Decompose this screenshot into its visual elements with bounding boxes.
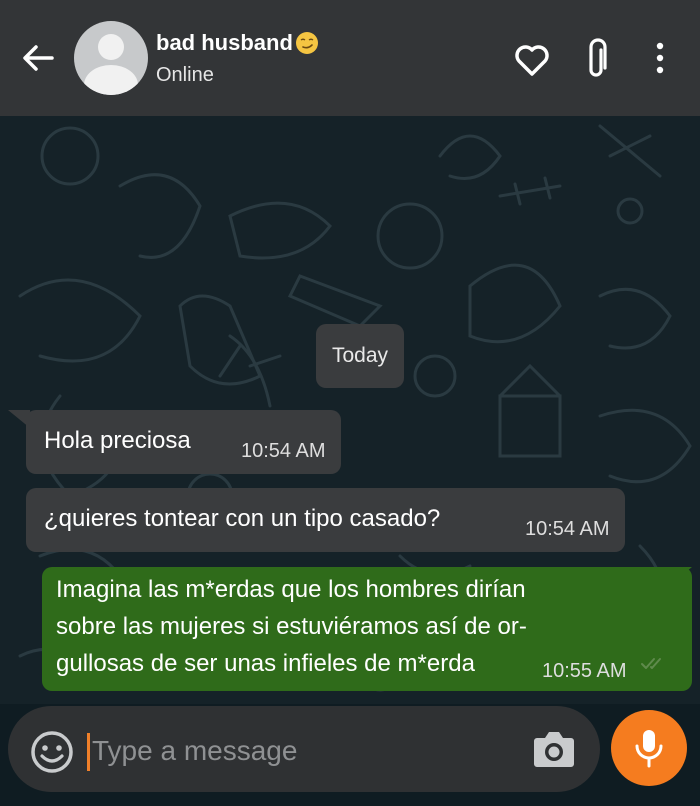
microphone-icon: [635, 730, 663, 768]
message-input[interactable]: [92, 728, 512, 774]
message-text-line: Imagina las m*erdas que los hombres dirí…: [56, 576, 526, 603]
contact-name-text: bad husband: [156, 30, 293, 55]
chat-header: bad husband Online: [0, 0, 700, 116]
message-bubble-outgoing[interactable]: Imagina las m*erdas que los hombres dirí…: [42, 567, 692, 691]
message-text-line: sobre las mujeres si estuviéramos así de…: [56, 613, 527, 640]
smirk-emoji-icon: [295, 32, 318, 54]
heart-icon[interactable]: [512, 38, 552, 82]
message-time: 10:55 AM: [542, 660, 627, 682]
contact-name[interactable]: bad husband: [156, 30, 319, 56]
back-arrow-icon[interactable]: [18, 38, 58, 78]
message-text: Hola preciosa: [44, 427, 191, 454]
emoji-icon[interactable]: [30, 730, 74, 774]
message-time: 10:54 AM: [525, 518, 610, 540]
avatar-body-shape: [84, 65, 138, 95]
composer-bar: [8, 706, 600, 792]
message-bubble-incoming[interactable]: Hola preciosa 10:54 AM: [26, 410, 341, 474]
camera-icon[interactable]: [529, 726, 577, 770]
microphone-button[interactable]: [611, 710, 687, 786]
more-vertical-icon[interactable]: [640, 38, 680, 82]
contact-status: Online: [156, 64, 214, 86]
delivered-ticks-icon: [641, 658, 661, 669]
paperclip-icon[interactable]: [577, 38, 617, 82]
message-text: ¿quieres tontear con un tipo casado?: [44, 505, 441, 532]
message-time: 10:54 AM: [241, 440, 326, 462]
message-bubble-incoming[interactable]: ¿quieres tontear con un tipo casado? 10:…: [26, 488, 625, 552]
text-cursor: [87, 733, 90, 771]
date-separator: Today: [316, 324, 404, 388]
message-text-line: gullosas de ser unas infieles de m*erda: [56, 650, 475, 677]
avatar-head-shape: [98, 34, 124, 60]
avatar[interactable]: [74, 21, 148, 95]
